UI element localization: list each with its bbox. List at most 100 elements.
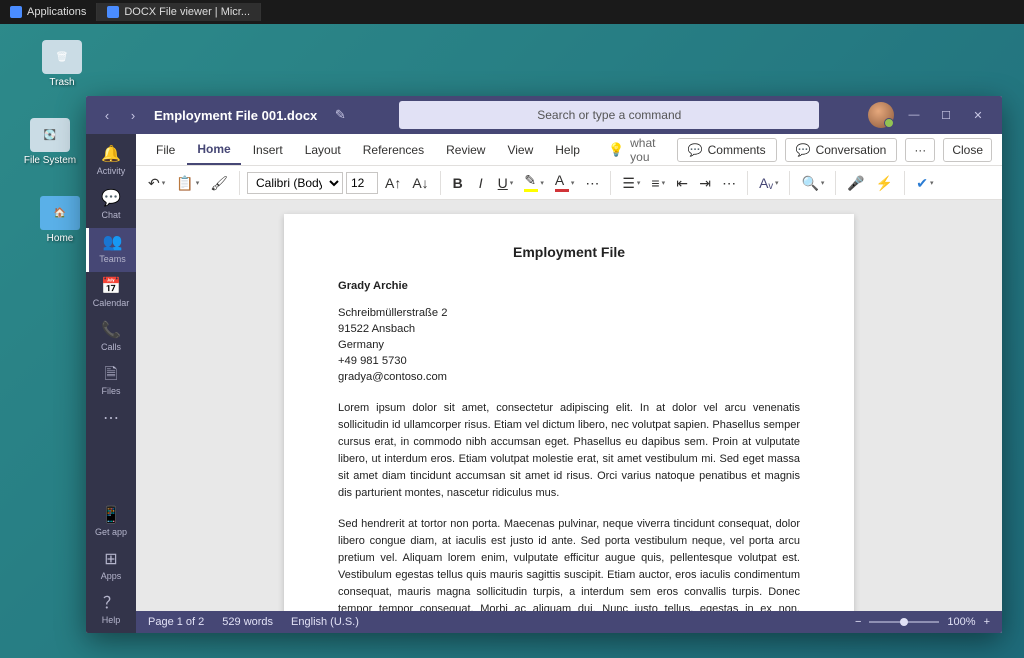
grow-font-button[interactable]: A↑ [381,172,405,194]
numbering-button[interactable]: ≡▾ [647,172,669,194]
zoom-out-button[interactable]: − [855,616,861,628]
bold-button[interactable]: B [448,172,468,194]
italic-button[interactable]: I [471,172,491,194]
tab-layout[interactable]: Layout [295,136,351,164]
rail-activity[interactable]: 🔔Activity [86,140,136,184]
indent-icon: ⇥ [699,176,711,190]
outdent-button[interactable]: ⇤ [672,172,692,194]
ribbon-tabs: File Home Insert Layout References Revie… [136,134,1002,166]
window-maximize-button[interactable]: ☐ [930,100,962,130]
find-button[interactable]: 🔍▾ [797,172,828,194]
outdent-icon: ⇤ [676,176,688,190]
tab-references[interactable]: References [353,136,434,164]
trash-icon: 🗑 [42,40,82,74]
status-words[interactable]: 529 words [222,616,273,628]
more-para-button[interactable]: ⋯ [718,172,740,194]
undo-button[interactable]: ↶▾ [144,172,169,194]
rail-more[interactable]: ⋯ [86,404,136,438]
underline-button[interactable]: U▾ [494,172,518,194]
status-bar: Page 1 of 2 529 words English (U.S.) − 1… [136,611,1002,633]
status-page[interactable]: Page 1 of 2 [148,616,204,628]
rail-apps[interactable]: ⊞Apps [86,545,136,589]
comment-icon: 💬 [688,143,703,157]
shrink-font-icon: A↓ [412,176,428,190]
mic-icon: 🎤 [847,176,864,190]
zoom-slider[interactable] [869,621,939,623]
editor-button[interactable]: ✔▾ [912,172,937,194]
more-font-button[interactable]: ⋯ [581,172,603,194]
teams-icon: 👥 [89,234,136,252]
styles-button[interactable]: Aᵥ▾ [755,172,782,194]
highlight-button[interactable]: ✎▾ [520,172,548,194]
desktop-filesystem[interactable]: 💽 File System [20,118,80,166]
rail-calls[interactable]: 📞Calls [86,316,136,360]
rail-teams[interactable]: 👥Teams [86,228,136,272]
font-size-input[interactable] [346,172,378,194]
search-input[interactable]: Search or type a command [399,101,819,129]
contact-email: gradya@contoso.com [338,369,800,385]
rail-calendar[interactable]: 📅Calendar [86,272,136,316]
document-title: Employment File [338,242,800,262]
shrink-font-button[interactable]: A↓ [408,172,432,194]
user-avatar[interactable] [868,102,894,128]
rail-get-app[interactable]: 📱Get app [86,501,136,545]
document-viewport[interactable]: Employment File Grady Archie Schreibmüll… [136,200,1002,611]
desktop-trash[interactable]: 🗑 Trash [32,40,92,88]
contact-name: Grady Archie [338,278,800,294]
mobile-icon: 📱 [86,507,136,525]
paragraph-1: Lorem ipsum dolor sit amet, consectetur … [338,400,800,502]
taskbar-applications[interactable]: Applications [0,3,97,21]
search-placeholder: Search or type a command [537,108,681,122]
font-color-button[interactable]: A▾ [551,172,579,194]
editor-icon: ✔ [916,176,928,190]
grid-icon [10,6,22,18]
document-page[interactable]: Employment File Grady Archie Schreibmüll… [284,214,854,611]
tab-insert[interactable]: Insert [243,136,293,164]
window-minimize-button[interactable]: — [898,100,930,130]
contact-country: Germany [338,337,800,353]
zoom-in-button[interactable]: + [984,616,990,628]
disk-icon: 💽 [30,118,70,152]
tab-help[interactable]: Help [545,136,590,164]
rail-chat[interactable]: 💬Chat [86,184,136,228]
window-close-button[interactable]: ✕ [962,100,994,130]
tab-home[interactable]: Home [187,135,240,165]
home-folder-icon: 🏠 [40,196,80,230]
clipboard-icon: 📋 [176,176,193,190]
search-icon: 🔍 [801,176,818,190]
nav-forward-button[interactable]: › [120,102,146,128]
ellipsis-icon: ⋯ [86,410,136,428]
indent-button[interactable]: ⇥ [695,172,715,194]
zoom-controls: − 100% + [855,616,990,628]
chat-icon: 💬 [86,190,136,208]
rail-files[interactable]: 🗎Files [86,360,136,404]
rail-help[interactable]: ？Help [86,589,136,633]
tab-review[interactable]: Review [436,136,495,164]
tab-file[interactable]: File [146,136,185,164]
apps-icon: ⊞ [86,551,136,569]
comments-button[interactable]: 💬Comments [677,138,777,162]
close-button[interactable]: Close [943,138,992,162]
os-taskbar: Applications DOCX File viewer | Micr... [0,0,1024,24]
file-icon: 🗎 [86,366,136,384]
status-language[interactable]: English (U.S.) [291,616,359,628]
taskbar-window-entry[interactable]: DOCX File viewer | Micr... [97,3,261,21]
ideas-button[interactable]: ⚡ [872,172,897,194]
contact-city: 91522 Ansbach [338,321,800,337]
popout-icon[interactable]: ✎ [331,106,349,124]
format-painter-button[interactable]: 🖌 [206,172,232,194]
nav-back-button[interactable]: ‹ [94,102,120,128]
dictate-button[interactable]: 🎤 [843,172,868,194]
formatting-toolbar: ↶▾ 📋▾ 🖌 Calibri (Body) A↑ A↓ B I U▾ ✎▾ A… [136,166,1002,200]
paste-button[interactable]: 📋▾ [172,172,203,194]
paragraph-2: Sed hendrerit at tortor non porta. Maece… [338,516,800,611]
desktop-home[interactable]: 🏠 Home [30,196,90,244]
tab-view[interactable]: View [497,136,543,164]
ribbon-more-button[interactable]: ··· [905,138,935,162]
conversation-button[interactable]: 💬Conversation [785,138,898,162]
undo-icon: ↶ [148,176,160,190]
doc-filename: Employment File 001.docx [154,108,317,123]
grow-font-icon: A↑ [385,176,401,190]
font-family-select[interactable]: Calibri (Body) [247,172,343,194]
bullets-button[interactable]: ☰▾ [618,172,644,194]
